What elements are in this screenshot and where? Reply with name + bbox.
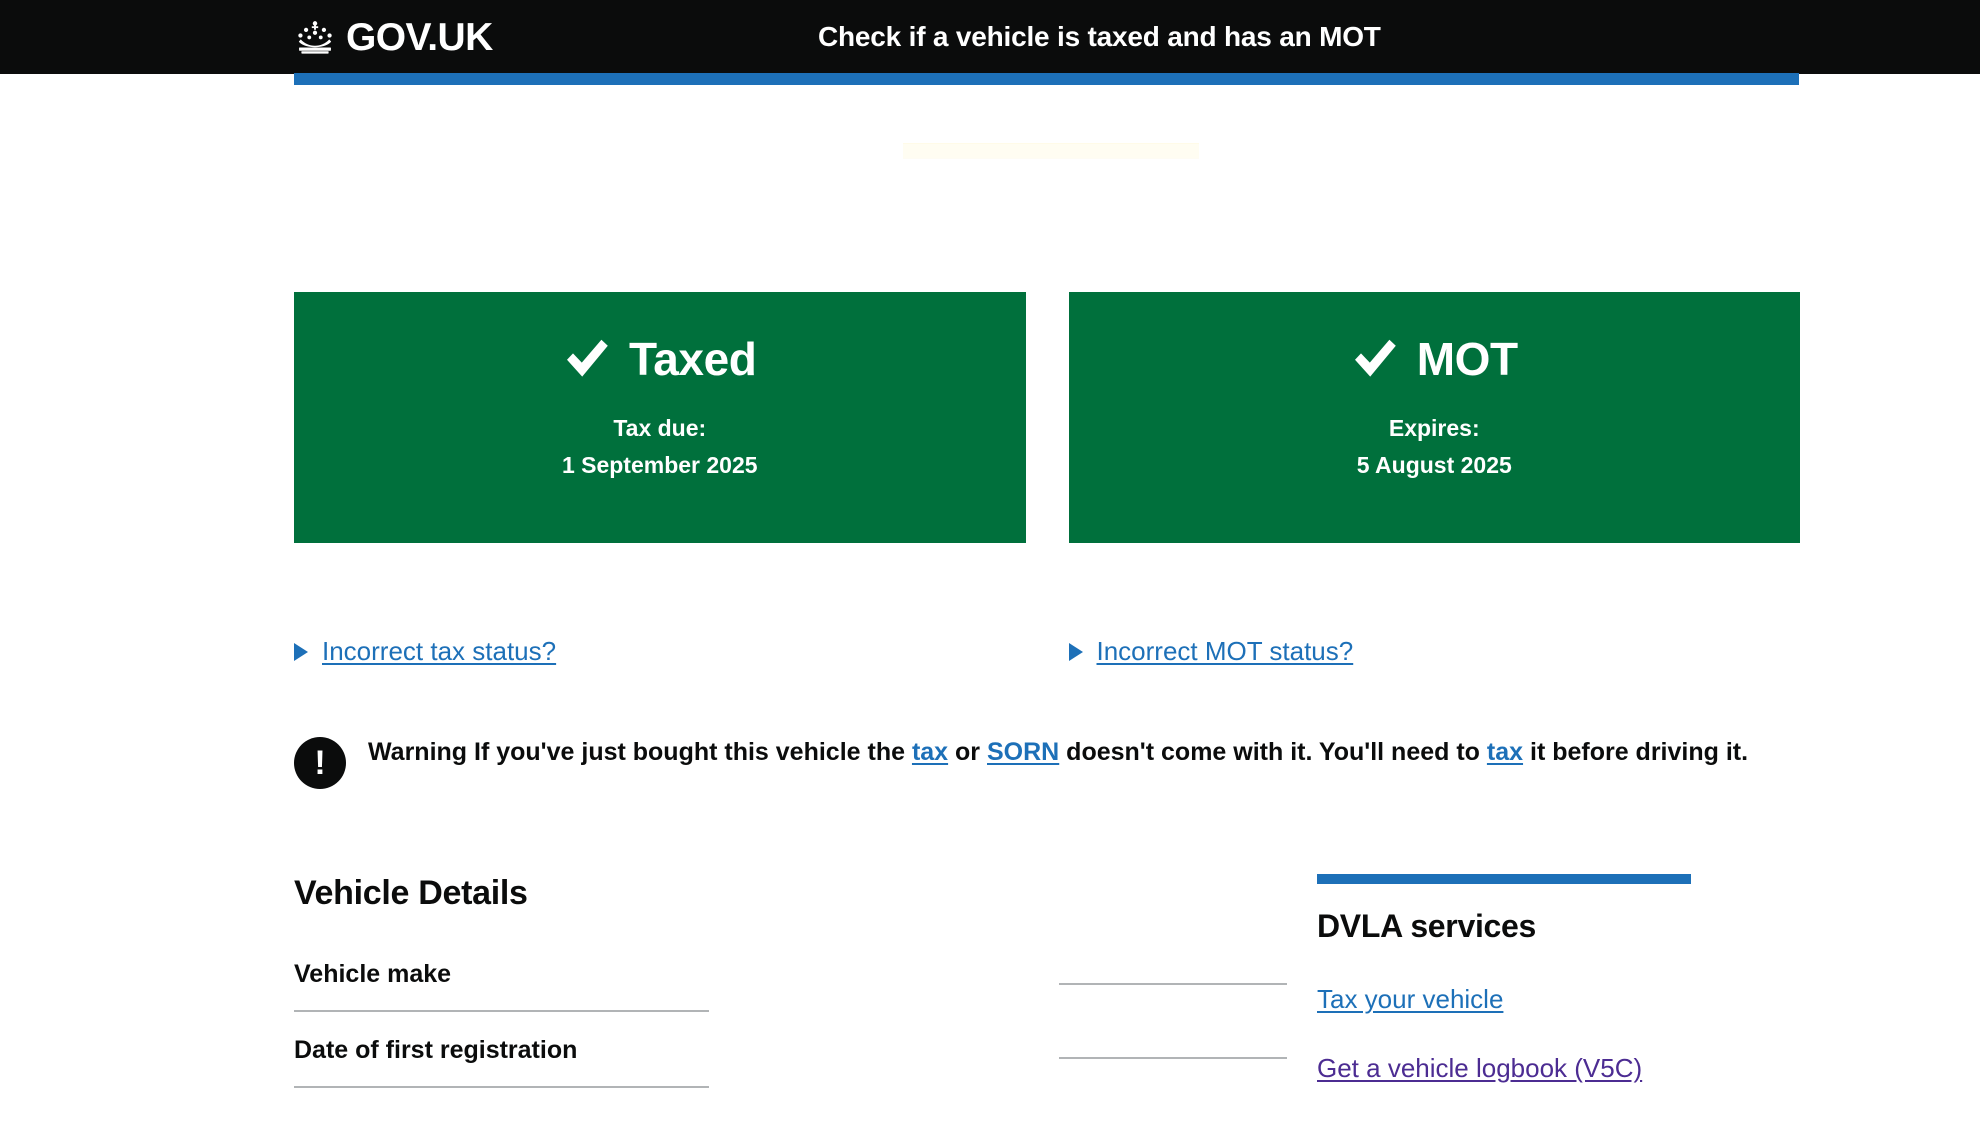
govuk-brand-name: GOV.UK — [346, 15, 493, 59]
tax-status-heading: Taxed — [563, 336, 757, 382]
warning-text-2: or — [948, 738, 987, 766]
warning-text: Warning If you've just bought this vehic… — [368, 735, 1748, 771]
registration-plate-placeholder — [903, 143, 1199, 159]
dvla-services-column: DVLA services Tax your vehicle Get a veh… — [1317, 874, 1794, 1122]
dvla-services-title: DVLA services — [1317, 908, 1537, 944]
warning-exclamation-icon: ! — [294, 737, 346, 789]
header-inner: GOV.UK Check if a vehicle is taxed and h… — [0, 0, 1980, 74]
tax-due-label: Tax due: — [613, 415, 707, 441]
vehicle-make-value — [1059, 960, 1287, 985]
tax-due-date: 1 September 2025 — [561, 452, 758, 479]
table-row: Date of first registration — [294, 1012, 1317, 1088]
tax-status-card: Taxed Tax due: 1 September 2025 — [294, 292, 1026, 543]
warning-sorn-link[interactable]: SORN — [987, 738, 1059, 766]
tick-icon — [566, 339, 608, 377]
vehicle-details-column: Vehicle Details Vehicle make Date of fir… — [294, 874, 1317, 1122]
incorrect-tax-status-link[interactable]: Incorrect tax status? — [322, 636, 556, 667]
tax-status-label: Taxed — [628, 333, 757, 385]
mot-status-label: MOT — [1416, 333, 1518, 385]
mot-expires-label: Expires: — [1388, 415, 1480, 441]
service-title: Check if a vehicle is taxed and has an M… — [818, 21, 1381, 52]
incorrect-status-row: Incorrect tax status? Incorrect MOT stat… — [294, 636, 1800, 667]
header-blue-rule — [294, 73, 1799, 85]
detail-spacer — [709, 960, 1059, 981]
incorrect-tax-status-details[interactable]: Incorrect tax status? — [294, 636, 1026, 667]
table-row: Vehicle make — [294, 960, 1317, 1012]
mot-status-card: MOT Expires: 5 August 2025 — [1068, 292, 1800, 543]
lower-section: Vehicle Details Vehicle make Date of fir… — [0, 874, 1980, 1122]
crown-icon — [298, 21, 332, 54]
mot-status-heading: MOT — [1351, 336, 1518, 382]
detail-spacer — [709, 1012, 1059, 1033]
mot-expires-date: 5 August 2025 — [1356, 452, 1512, 479]
warning-block: ! Warning If you've just bought this veh… — [294, 735, 1800, 789]
warning-tax-link-2[interactable]: tax — [1487, 738, 1523, 766]
warning-text-1: If you've just bought this vehicle the — [467, 738, 912, 766]
triangle-right-icon[interactable] — [1068, 642, 1083, 661]
warning-text-4: it before driving it. — [1523, 738, 1749, 766]
govuk-header: GOV.UK Check if a vehicle is taxed and h… — [0, 0, 1980, 74]
govuk-home-link[interactable]: GOV.UK — [293, 0, 493, 74]
aside-blue-rule — [1317, 874, 1691, 884]
incorrect-mot-status-details[interactable]: Incorrect MOT status? — [1068, 636, 1801, 667]
warning-text-3: doesn't come with it. You'll need to — [1059, 738, 1487, 766]
tick-icon — [1354, 339, 1396, 377]
incorrect-mot-status-link[interactable]: Incorrect MOT status? — [1097, 636, 1354, 667]
vehicle-status-row: Taxed Tax due: 1 September 2025 MOT Expi… — [294, 292, 1800, 543]
tax-your-vehicle-link[interactable]: Tax your vehicle — [1317, 984, 1794, 1015]
vehicle-details-title: Vehicle Details — [294, 874, 528, 912]
first-registration-value — [1059, 1012, 1287, 1059]
triangle-right-icon[interactable] — [294, 642, 308, 661]
first-registration-label: Date of first registration — [294, 1012, 709, 1088]
warning-tax-link-1[interactable]: tax — [912, 738, 948, 766]
warning-prefix: Warning — [368, 738, 468, 766]
vehicle-make-label: Vehicle make — [294, 960, 709, 1012]
get-vehicle-logbook-link[interactable]: Get a vehicle logbook (V5C) — [1317, 1053, 1794, 1084]
